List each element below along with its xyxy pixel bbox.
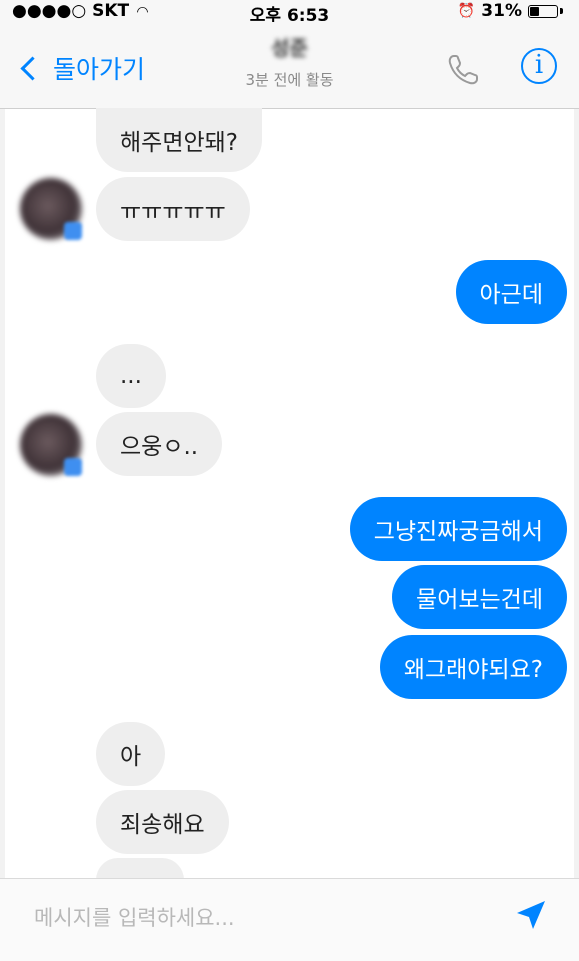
info-icon[interactable]: i [521,48,557,84]
message-bubble-incoming[interactable]: 해주면안돼? [96,108,263,172]
composer-bar [0,878,579,961]
message-text: 물어보는건데 [416,587,543,613]
message-text: 해주면안돼? [120,130,239,156]
alarm-icon: ⏰ [457,3,476,19]
battery-tip [560,8,563,14]
message-bubble-outgoing[interactable]: 아근데 [455,260,567,324]
battery-icon [528,4,558,18]
messenger-badge-icon [64,458,82,476]
message-input[interactable] [32,897,476,939]
message-bubble-outgoing[interactable]: 왜그래야되요? [379,635,567,699]
message-text: 아근데 [479,282,543,308]
status-bar: ●●●●○ SKT ◠ 오후 6:53 ⏰ 31% [0,0,579,26]
message-text: ㅠㅠㅠㅠㅠ [120,199,226,225]
message-text: ... [120,363,142,389]
battery-percent: 31% [481,1,522,21]
send-icon[interactable] [513,897,549,933]
message-text: 왜그래야되요? [403,657,543,683]
status-right: ⏰ 31% [458,1,563,21]
messenger-badge-icon [64,222,82,240]
contact-header[interactable]: 성준 3분 전에 활동 [0,32,579,90]
message-text: 아 [120,744,142,770]
message-text: 그냥진짜궁금해서 [373,519,543,545]
battery-level [530,6,539,16]
message-bubble-incoming[interactable]: 으웅ㅇ.. [96,412,223,476]
phone-icon[interactable] [443,50,483,90]
screen-frame-right [574,0,579,960]
screen-frame-left [0,0,5,960]
message-bubble-incoming[interactable]: 아 [96,722,166,786]
message-bubble-incoming[interactable]: ㅠㅠㅠㅠㅠ [96,177,250,241]
message-text: 으웅ㅇ.. [120,434,199,460]
message-text: 죄송해요 [120,812,205,838]
message-bubble-outgoing[interactable]: 그냥진짜궁금해서 [349,497,567,561]
contact-name: 성준 [271,36,308,60]
message-bubble-partial [96,858,184,880]
message-bubble-incoming[interactable]: 죄송해요 [96,790,229,854]
message-bubble-incoming[interactable]: ... [96,344,166,408]
nav-bar: 돌아가기 성준 3분 전에 활동 i [0,22,579,109]
contact-status: 3분 전에 활동 [245,71,334,89]
message-bubble-outgoing[interactable]: 물어보는건데 [392,565,567,629]
